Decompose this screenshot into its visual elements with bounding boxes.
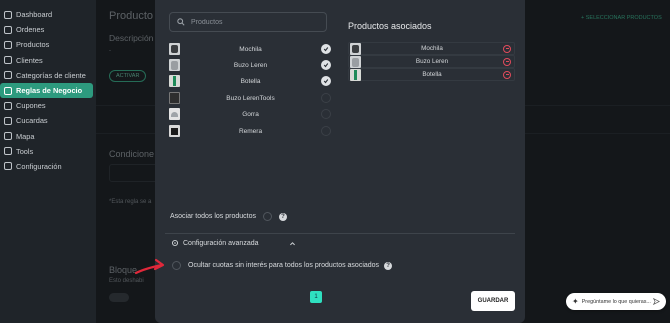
advanced-config-label: Configuración avanzada — [183, 239, 259, 247]
sidebar-item-label: Ordenes — [16, 25, 45, 35]
help-icon[interactable]: ? — [279, 212, 287, 221]
sidebar-item-label: Categorías de cliente — [16, 70, 86, 80]
nav-icon — [4, 116, 12, 125]
checked-icon[interactable] — [321, 60, 331, 70]
nav-icon — [4, 147, 12, 156]
sidebar-item-label: Productos — [16, 40, 50, 50]
product-name: Buzo LerenTools — [226, 94, 275, 102]
sidebar-item-cucardas[interactable]: Cucardas — [0, 113, 93, 128]
associated-title: Productos asociados — [348, 21, 432, 31]
ai-chat-input[interactable]: ✦ Pregúntame lo que quieras... — [566, 293, 666, 310]
unchecked-circle[interactable] — [321, 126, 331, 136]
nav-icon — [4, 71, 12, 80]
sidebar-item-cupones[interactable]: Cupones — [0, 98, 93, 113]
product-row[interactable]: Gorra — [169, 107, 331, 121]
remove-icon[interactable] — [503, 70, 511, 79]
nav-icon — [4, 56, 12, 65]
associated-item: Mochila — [348, 42, 515, 55]
sidebar: Dashboard Ordenes Productos Clientes Categor… — [0, 0, 96, 323]
product-row[interactable]: Buzo Leren — [169, 58, 331, 72]
product-name: Gorra — [242, 110, 259, 118]
red-arrow-annotation — [134, 258, 165, 275]
associate-all-radio[interactable] — [263, 212, 272, 221]
product-thumbnail — [350, 55, 361, 68]
product-thumbnail — [169, 43, 180, 55]
sidebar-item-label: Cucardas — [16, 116, 48, 126]
associate-all-label: Asociar todos los productos — [170, 213, 256, 220]
sidebar-item-label: Cupones — [16, 101, 46, 111]
nav-icon — [4, 101, 12, 110]
hide-installments-label: Ocultar cuotas sin interés para todos lo… — [188, 262, 380, 269]
nav-icon — [4, 10, 12, 19]
divider — [165, 233, 515, 234]
associated-item: Botella — [348, 68, 515, 81]
nav-icon — [4, 132, 12, 141]
product-row[interactable]: Botella — [169, 74, 331, 88]
sidebar-item-configuración[interactable]: Configuración — [0, 159, 93, 174]
associated-name: Botella — [422, 71, 442, 78]
checked-icon[interactable] — [321, 44, 331, 54]
sidebar-item-label: Tools — [16, 146, 34, 156]
product-thumbnail — [169, 92, 180, 104]
sidebar-item-reglas-de-negocio[interactable]: Reglas de Negocio — [0, 82, 93, 99]
pagination-page-1[interactable]: 1 — [310, 291, 322, 303]
product-thumbnail — [169, 75, 180, 87]
unchecked-circle[interactable] — [321, 109, 331, 119]
nav-icon — [4, 25, 12, 34]
search-input[interactable] — [191, 18, 311, 26]
remove-icon[interactable] — [503, 57, 511, 66]
sidebar-item-dashboard[interactable]: Dashboard — [0, 7, 93, 22]
sidebar-item-label: Reglas de Negocio — [16, 86, 83, 96]
send-icon[interactable] — [653, 298, 660, 305]
search-box[interactable] — [169, 12, 327, 32]
gear-icon — [171, 239, 179, 247]
sidebar-item-label: Dashboard — [16, 10, 53, 20]
sidebar-item-label: Configuración — [16, 161, 62, 171]
sidebar-item-categorías-de-cliente[interactable]: Categorías de cliente — [0, 68, 93, 83]
associated-name: Buzo Leren — [415, 58, 449, 65]
product-select-modal: Mochila Buzo Leren Botella Buzo LerenTools G… — [155, 0, 525, 323]
hide-installments-radio[interactable] — [172, 261, 181, 270]
product-thumbnail — [169, 108, 180, 120]
product-name: Botella — [240, 77, 261, 85]
chat-placeholder: Pregúntame lo que quieras... — [581, 298, 651, 305]
sidebar-item-mapa[interactable]: Mapa — [0, 129, 93, 144]
remove-icon[interactable] — [503, 44, 511, 53]
unchecked-circle[interactable] — [321, 93, 331, 103]
product-row[interactable]: Buzo LerenTools — [169, 91, 331, 105]
search-icon — [177, 18, 185, 26]
associated-name: Mochila — [421, 45, 443, 52]
help-icon[interactable]: ? — [384, 261, 393, 270]
save-button[interactable]: GUARDAR — [471, 291, 515, 311]
product-thumbnail — [350, 42, 361, 55]
sidebar-item-label: Mapa — [16, 131, 35, 141]
checked-icon[interactable] — [321, 76, 331, 86]
sidebar-item-productos[interactable]: Productos — [0, 37, 93, 52]
product-thumbnail — [350, 68, 361, 81]
advanced-config-toggle[interactable]: Configuración avanzada — [171, 239, 296, 247]
hide-installments-row: Ocultar cuotas sin interés para todos lo… — [172, 261, 393, 270]
product-row[interactable]: Remera — [169, 124, 331, 138]
sparkle-icon: ✦ — [572, 297, 579, 306]
associated-item: Buzo Leren — [348, 55, 515, 68]
chevron-up-icon — [289, 241, 295, 245]
nav-icon — [4, 86, 12, 95]
product-name: Remera — [238, 127, 263, 135]
product-thumbnail — [169, 59, 180, 71]
product-name: Mochila — [239, 45, 262, 53]
product-thumbnail — [169, 125, 180, 137]
sidebar-item-tools[interactable]: Tools — [0, 144, 93, 159]
nav-icon — [4, 162, 12, 171]
sidebar-item-label: Clientes — [16, 55, 43, 65]
product-name: Buzo Leren — [233, 61, 268, 69]
associate-all-row: Asociar todos los productos ? — [170, 212, 287, 221]
nav-icon — [4, 40, 12, 49]
sidebar-item-clientes[interactable]: Clientes — [0, 53, 93, 68]
sidebar-item-ordenes[interactable]: Ordenes — [0, 22, 93, 37]
product-row[interactable]: Mochila — [169, 42, 331, 56]
